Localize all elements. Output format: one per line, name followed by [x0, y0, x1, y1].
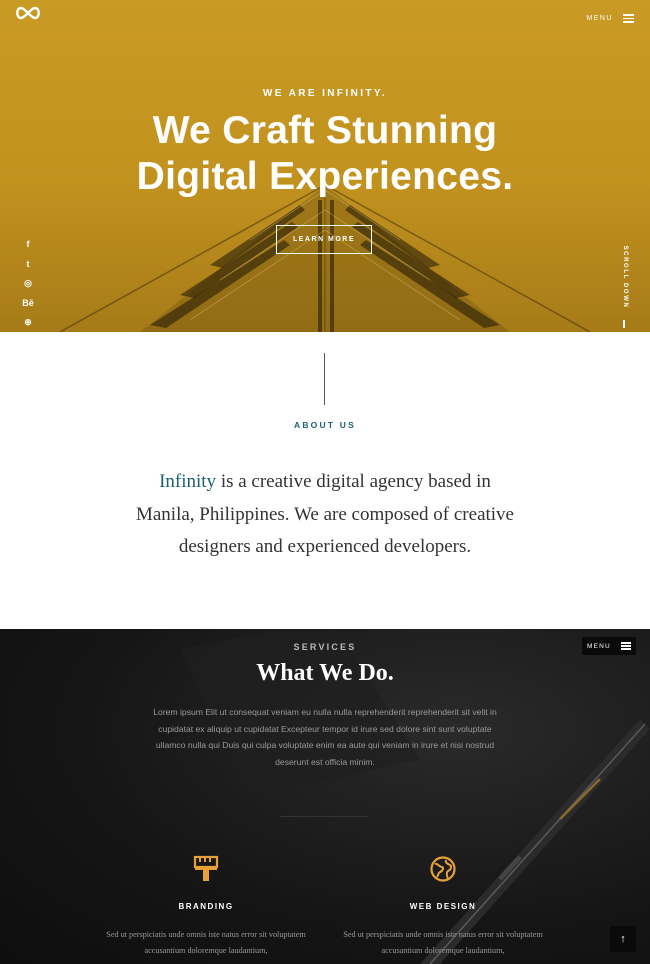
service-description: Sed ut perspiciatis unde omnis iste natu… [343, 930, 543, 955]
infinity-logo-icon[interactable] [14, 6, 42, 20]
service-branding: BRANDING Sed ut perspiciatis unde omnis … [106, 855, 306, 959]
scroll-down-label: SCROLL DOWN [622, 245, 628, 309]
services-description: Lorem ipsum Elit ut consequat veniam eu … [153, 707, 497, 767]
behance-icon[interactable]: Bē [21, 296, 35, 310]
social-links: f t ◎ Bē ⊕ [21, 237, 37, 332]
learn-more-button[interactable]: LEARN MORE [276, 225, 372, 254]
menu-label: MENU [586, 15, 613, 22]
hamburger-icon [621, 642, 631, 650]
hero-headline-line2: Digital Experiences. [136, 155, 514, 198]
instagram-icon[interactable]: ◎ [21, 276, 35, 290]
paint-brush-icon [193, 855, 219, 881]
menu-button[interactable]: MENU [586, 14, 634, 23]
about-label: ABOUT US [294, 420, 356, 430]
services-divider [280, 816, 368, 817]
hero-headline-line1: We Craft Stunning [152, 109, 498, 152]
services-title: What We Do. [256, 660, 394, 686]
service-title: WEB DESIGN [409, 902, 477, 911]
facebook-icon[interactable]: f [21, 237, 35, 251]
about-text: Infinity is a creative digital agency ba… [130, 466, 520, 564]
scroll-line [623, 320, 625, 328]
scroll-down-link[interactable]: SCROLL DOWN [620, 244, 628, 328]
globe-icon [430, 856, 456, 882]
service-description: Sed ut perspiciatis unde omnis iste natu… [106, 930, 306, 955]
services-label: SERVICES [293, 642, 357, 652]
service-web-design: WEB DESIGN Sed ut perspiciatis unde omni… [343, 855, 543, 959]
about-divider-line [324, 353, 325, 405]
hero-eyebrow: WE ARE INFINITY. [262, 88, 388, 99]
about-section: ABOUT US Infinity is a creative digital … [0, 332, 650, 629]
dribbble-icon[interactable]: ⊕ [21, 315, 35, 329]
twitter-icon[interactable]: t [21, 257, 35, 271]
menu-button-sticky[interactable]: MENU [582, 637, 636, 655]
about-brand-name: Infinity [159, 471, 217, 492]
hero-section: MENU WE ARE INFINITY. We Craft Stunning … [0, 0, 650, 332]
menu-label: MENU [587, 642, 611, 650]
hamburger-icon [623, 14, 634, 23]
hero-headline: We Craft Stunning Digital Experiences. [0, 108, 650, 200]
services-section: SERVICES What We Do. Lorem ipsum Elit ut… [0, 629, 650, 964]
back-to-top-button[interactable]: ↑ [610, 926, 636, 952]
service-title: BRANDING [178, 902, 234, 911]
